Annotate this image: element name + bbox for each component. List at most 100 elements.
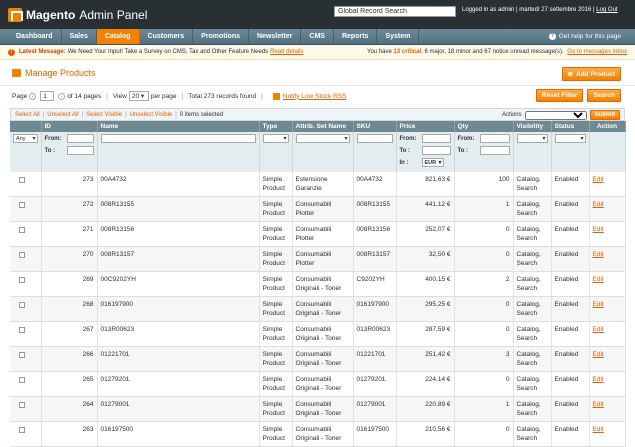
- per-page-select[interactable]: 20 ▾: [128, 91, 149, 101]
- edit-link[interactable]: Edit: [593, 251, 604, 258]
- edit-link[interactable]: Edit: [593, 201, 604, 208]
- prev-page-icon[interactable]: ‹: [29, 92, 37, 100]
- page-number-input[interactable]: 1: [40, 91, 55, 101]
- nav-customers[interactable]: Customers: [140, 29, 194, 44]
- filter-sku-input[interactable]: [356, 134, 393, 143]
- per-page-label: per page: [150, 92, 177, 100]
- table-row[interactable]: 268 016197900 Simple Product Consumabili Or…: [10, 296, 626, 322]
- row-qty: 0: [454, 321, 514, 347]
- edit-link[interactable]: Edit: [593, 176, 604, 183]
- submit-button[interactable]: Submit: [589, 110, 620, 120]
- row-checkbox[interactable]: [19, 177, 25, 183]
- edit-link[interactable]: Edit: [593, 301, 604, 308]
- col-price[interactable]: Price: [396, 121, 455, 132]
- edit-link[interactable]: Edit: [593, 226, 604, 233]
- rss-link[interactable]: Notify Low Stock RSS: [283, 93, 347, 100]
- row-checkbox[interactable]: [19, 227, 25, 233]
- row-attrib-set: Consumabili Originali - Toner: [292, 396, 354, 422]
- read-details-link[interactable]: Read details: [270, 49, 303, 55]
- logged-in-text: Logged in as admin: [462, 7, 515, 13]
- row-checkbox[interactable]: [19, 277, 25, 283]
- table-row[interactable]: 265 01279201 Simple Product Consumabili Ori…: [10, 371, 626, 397]
- table-row[interactable]: 271 008R13156 Simple Product Consumabili Pl…: [10, 221, 626, 247]
- col-status[interactable]: Status: [551, 121, 590, 132]
- unselect-visible-link[interactable]: Unselect Visible: [130, 112, 173, 118]
- magento-logo[interactable]: Magento Admin Panel: [8, 7, 147, 22]
- row-checkbox[interactable]: [19, 302, 25, 308]
- nav-cms[interactable]: CMS: [301, 29, 334, 44]
- logout-link[interactable]: Log Out: [596, 7, 617, 13]
- reset-filter-button[interactable]: Reset Filter: [535, 89, 584, 102]
- filter-id-to-input[interactable]: [66, 146, 94, 155]
- select-all-link[interactable]: Select All: [15, 112, 40, 118]
- add-product-button[interactable]: ⊕ Add Product: [561, 67, 621, 81]
- col-qty[interactable]: Qty: [454, 121, 514, 132]
- next-page-icon[interactable]: ›: [58, 92, 66, 100]
- filter-qty-from-input[interactable]: [479, 134, 510, 143]
- filter-price-from-input[interactable]: [421, 134, 451, 143]
- search-button[interactable]: Search: [587, 89, 621, 102]
- global-search-input[interactable]: [334, 6, 456, 17]
- nav-catalog[interactable]: Catalog: [96, 29, 140, 44]
- row-id: 273: [41, 172, 98, 197]
- table-row[interactable]: 270 008R13157 Simple Product Consumabili Pl…: [10, 246, 626, 272]
- col-visibility[interactable]: Visibility: [513, 121, 552, 132]
- filter-attrib-select[interactable]: [295, 134, 350, 143]
- messages-inbox-link[interactable]: Go to messages inbox: [567, 49, 627, 55]
- col-attrib-set[interactable]: Attrib. Set Name: [292, 121, 354, 132]
- col-name[interactable]: Name: [97, 121, 260, 132]
- row-checkbox[interactable]: [19, 427, 25, 433]
- row-action-cell: Edit: [589, 221, 626, 247]
- edit-link[interactable]: Edit: [593, 401, 604, 408]
- of-pages-text: of 14 pages: [67, 92, 102, 100]
- edit-link[interactable]: Edit: [593, 376, 604, 383]
- col-sku[interactable]: SKU: [353, 121, 397, 132]
- table-row[interactable]: 272 008R13155 Simple Product Consumabili Pl…: [10, 196, 626, 222]
- filter-name-input[interactable]: [100, 134, 256, 143]
- row-checkbox[interactable]: [19, 327, 25, 333]
- edit-link[interactable]: Edit: [593, 276, 604, 283]
- row-checkbox[interactable]: [19, 352, 25, 358]
- col-id[interactable]: ID ↓: [41, 121, 98, 132]
- help-link[interactable]: ? Get help for this page: [548, 33, 621, 40]
- nav-promotions[interactable]: Promotions: [193, 29, 249, 44]
- edit-link[interactable]: Edit: [593, 426, 604, 433]
- filter-qty-to-input[interactable]: [479, 146, 510, 155]
- col-type[interactable]: Type: [259, 121, 293, 132]
- nav-dashboard[interactable]: Dashboard: [8, 29, 62, 44]
- table-row[interactable]: 273 00A4732 Simple Product Estensione Garan…: [10, 172, 626, 197]
- nav-sales[interactable]: Sales: [62, 29, 97, 44]
- row-checkbox[interactable]: [19, 202, 25, 208]
- nav-newsletter[interactable]: Newsletter: [249, 29, 302, 44]
- filter-type-select[interactable]: [262, 134, 289, 143]
- filter-status-select[interactable]: [554, 134, 586, 143]
- row-checkbox[interactable]: [19, 402, 25, 408]
- nav-reports[interactable]: Reports: [334, 29, 378, 44]
- notice-right-mid: , 6 major, 18 minor and 67 notice unread…: [421, 49, 564, 55]
- unselect-all-link[interactable]: Unselect All: [47, 112, 78, 118]
- filter-type-cell: [259, 132, 293, 172]
- row-checkbox[interactable]: [19, 377, 25, 383]
- row-checkbox[interactable]: [19, 252, 25, 258]
- pager-separator: |: [181, 92, 184, 100]
- filter-price-to-input[interactable]: [421, 146, 451, 155]
- filter-any-select[interactable]: Any: [13, 134, 38, 143]
- row-sku: C9202YH: [353, 271, 397, 297]
- row-visibility: Catalog, Search: [513, 221, 552, 247]
- table-row[interactable]: 264 01279001 Simple Product Consumabili Ori…: [10, 396, 626, 422]
- nav-system[interactable]: System: [377, 29, 420, 44]
- table-row[interactable]: 263 016197500 Simple Product Consumabili Or…: [10, 421, 626, 447]
- row-visibility: Catalog, Search: [513, 246, 552, 272]
- table-row[interactable]: 266 01221701 Simple Product Consumabili Ori…: [10, 346, 626, 372]
- filter-id-from-input[interactable]: [66, 134, 94, 143]
- table-row[interactable]: 267 013R00623 Simple Product Consumabili Or…: [10, 321, 626, 347]
- filter-visibility-select[interactable]: [516, 134, 548, 143]
- edit-link[interactable]: Edit: [593, 326, 604, 333]
- table-row[interactable]: 269 00C9202YH Simple Product Consumabili Or…: [10, 271, 626, 297]
- edit-link[interactable]: Edit: [593, 351, 604, 358]
- filter-currency-select[interactable]: EUR: [421, 158, 444, 167]
- row-visibility: Catalog, Search: [513, 396, 552, 422]
- select-visible-link[interactable]: Select Visible: [86, 112, 122, 118]
- row-sku: 01221701: [353, 346, 397, 372]
- actions-select[interactable]: [524, 110, 587, 120]
